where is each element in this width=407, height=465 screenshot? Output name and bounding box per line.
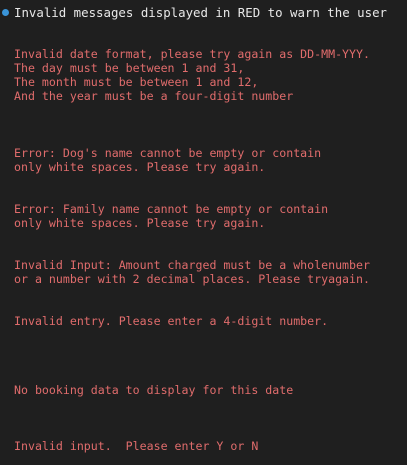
header-text: Invalid messages displayed in RED to war… [14, 4, 387, 20]
amount-charged-error: Invalid Input: Amount charged must be a … [14, 258, 370, 286]
bullet-dot-icon [2, 8, 9, 16]
family-name-error: Error: Family name cannot be empty or co… [14, 202, 329, 230]
no-booking-data-message: No booking data to display for this date [14, 383, 294, 397]
four-digit-entry-error: Invalid entry. Please enter a 4-digit nu… [14, 314, 329, 328]
dog-name-error: Error: Dog's name cannot be empty or con… [14, 146, 322, 174]
yes-no-input-error: Invalid input. Please enter Y or N [14, 439, 259, 453]
header: Invalid messages displayed in RED to war… [0, 4, 387, 20]
date-format-error: Invalid date format, please try again as… [14, 47, 370, 103]
